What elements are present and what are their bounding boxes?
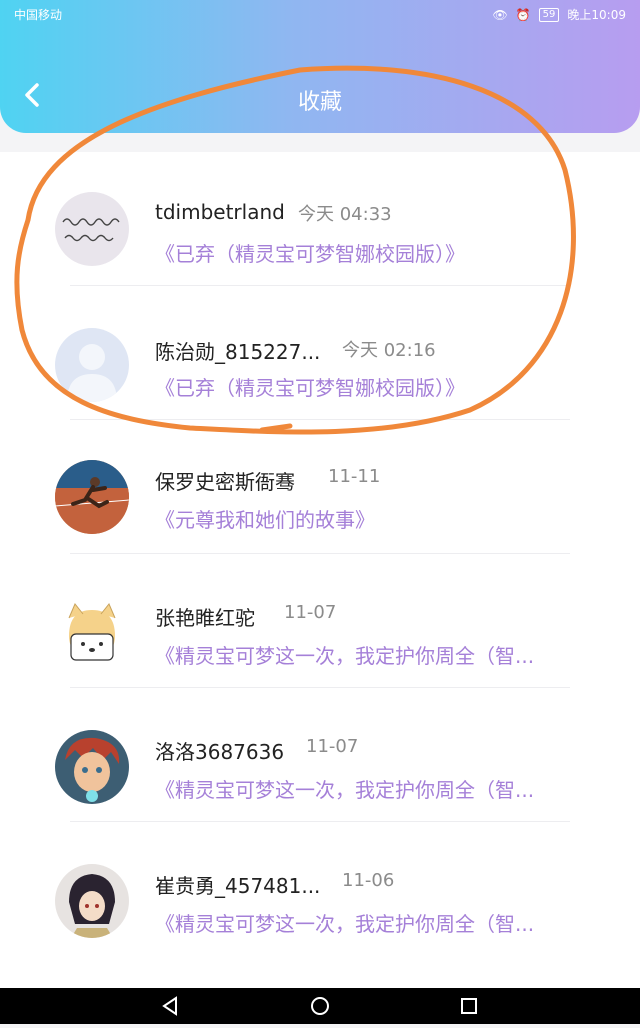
sprinter-avatar[interactable] <box>55 460 129 534</box>
item-subtitle[interactable]: 《精灵宝可梦这一次，我定护你周全（智... <box>155 774 534 803</box>
cartoon-boy-avatar[interactable] <box>55 730 129 804</box>
eye-icon: 👁 <box>492 7 508 22</box>
item-time: 今天 02:16 <box>342 340 436 361</box>
item-subtitle[interactable]: 《元尊我和她们的故事》 <box>155 504 375 533</box>
item-time: 今天 04:33 <box>298 204 392 225</box>
item-subtitle[interactable]: 《精灵宝可梦这一次，我定护你周全（智... <box>155 640 534 669</box>
item-name: 崔贵勇_457481... <box>155 874 321 898</box>
list-item[interactable]: 保罗史密斯衙骞 11-11 《元尊我和她们的故事》 <box>0 420 640 554</box>
item-time: 11-07 <box>284 602 337 623</box>
list-item[interactable]: 张艳睢红驼 11-07 《精灵宝可梦这一次，我定护你周全（智... <box>0 554 640 688</box>
nav-back-icon[interactable] <box>162 996 177 1016</box>
item-name: tdimbetrland <box>155 200 285 224</box>
list-item[interactable]: 洛洛3687636 11-07 《精灵宝可梦这一次，我定护你周全（智... <box>0 688 640 822</box>
list-item[interactable]: 陈治勋_815227... 今天 02:16 《已弃（精灵宝可梦智娜校园版）》 <box>0 286 640 420</box>
item-name: 洛洛3687636 <box>155 740 285 764</box>
nav-home-icon[interactable] <box>311 997 329 1015</box>
doge-avatar[interactable] <box>55 596 129 670</box>
system-nav-bar <box>0 988 640 1024</box>
alarm-icon: ⏰ <box>515 7 531 22</box>
clock-text: 晚上10:09 <box>567 8 626 22</box>
list-item[interactable]: tdimbetrland 今天 04:33 《已弃（精灵宝可梦智娜校园版）》 <box>0 152 640 286</box>
list-item[interactable]: 崔贵勇_457481... 11-06 《精灵宝可梦这一次，我定护你周全（智..… <box>0 822 640 956</box>
carrier-text: 中国移动 <box>14 8 63 22</box>
default-user-avatar[interactable] <box>55 328 129 402</box>
header-bar: 中国移动 👁 ⏰ 59 晚上10:09 收藏 <box>0 0 640 133</box>
item-name: 张艳睢红驼 <box>155 606 255 630</box>
nav-recents-icon[interactable] <box>461 998 477 1014</box>
handwriting-avatar[interactable] <box>55 192 129 266</box>
favorites-list: tdimbetrland 今天 04:33 《已弃（精灵宝可梦智娜校园版）》 陈… <box>0 152 640 988</box>
item-subtitle[interactable]: 《已弃（精灵宝可梦智娜校园版）》 <box>155 238 465 267</box>
status-bar: 中国移动 👁 ⏰ 59 晚上10:09 <box>0 0 640 28</box>
item-subtitle[interactable]: 《精灵宝可梦这一次，我定护你周全（智... <box>155 908 534 937</box>
battery-icon: 59 <box>538 7 560 22</box>
status-right: 👁 ⏰ 59 晚上10:09 <box>492 6 626 23</box>
item-subtitle[interactable]: 《已弃（精灵宝可梦智娜校园版）》 <box>155 372 465 401</box>
item-time: 11-06 <box>342 870 395 891</box>
item-time: 11-07 <box>306 736 359 757</box>
item-time: 11-11 <box>328 466 381 487</box>
item-name: 陈治勋_815227... <box>155 340 321 364</box>
anime-avatar[interactable] <box>55 864 129 938</box>
item-name: 保罗史密斯衙骞 <box>155 470 295 494</box>
page-title: 收藏 <box>297 90 342 115</box>
